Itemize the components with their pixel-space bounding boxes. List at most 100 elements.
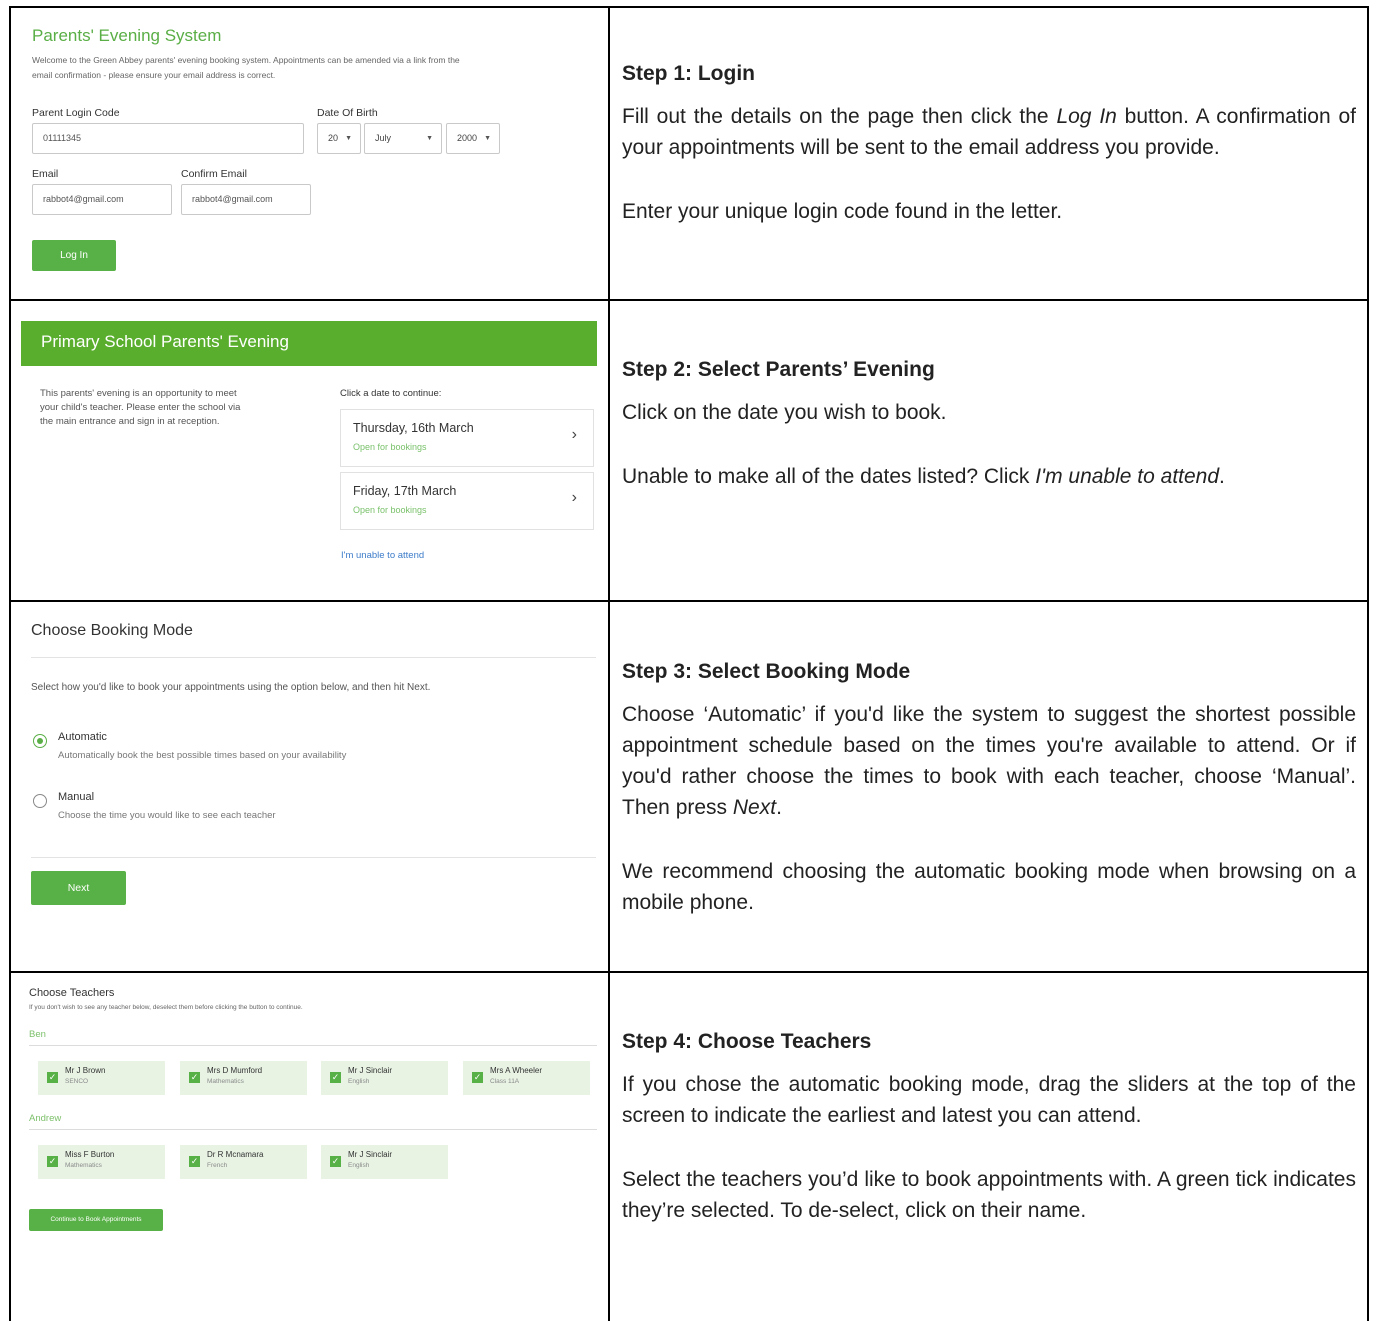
choose-teachers-title: Choose Teachers — [29, 987, 115, 999]
step2-paragraph-1: Click on the date you wish to book. — [622, 401, 947, 424]
dob-month-select[interactable]: July ▼ — [364, 123, 442, 154]
automatic-radio[interactable] — [33, 734, 47, 748]
dob-year-value: 2000 — [457, 133, 478, 143]
check-icon: ✓ — [189, 1156, 200, 1167]
step4-instructions: Step 4: Choose Teachers If you chose the… — [622, 1026, 1356, 1226]
teacher-card[interactable]: ✓ Mr J Sinclair English — [321, 1145, 448, 1179]
choose-teachers-instruction: If you don't wish to see any teacher bel… — [29, 1004, 303, 1011]
next-button[interactable]: Next — [31, 871, 126, 905]
evening-desc-line1: This parents' evening is an opportunity … — [40, 388, 237, 399]
login-page-title: Parents' Evening System — [32, 26, 222, 45]
teacher-card[interactable]: ✓ Mr J Brown SENCO — [38, 1061, 165, 1095]
check-icon: ✓ — [189, 1072, 200, 1083]
evening-header-title: Primary School Parents' Evening — [41, 332, 289, 351]
step3-text: . — [776, 796, 782, 819]
chevron-right-icon: › — [571, 489, 577, 506]
date-card-status: Open for bookings — [353, 505, 427, 515]
step4-paragraph-2: Select the teachers you’d like to book a… — [622, 1168, 1356, 1222]
dob-day-select[interactable]: 20 ▼ — [317, 123, 361, 154]
teacher-name: Mrs A Wheeler — [490, 1066, 543, 1075]
unable-to-attend-link[interactable]: I'm unable to attend — [341, 550, 424, 561]
table-border-middle — [608, 6, 610, 1321]
manual-desc: Choose the time you would like to see ea… — [58, 810, 276, 821]
evening-desc-line3: the main entrance and sign in at recepti… — [40, 416, 220, 427]
confirm-email-input[interactable]: rabbot4@gmail.com — [181, 184, 311, 215]
child-name-andrew: Andrew — [29, 1113, 62, 1124]
manual-radio[interactable] — [33, 794, 47, 808]
email-value: rabbot4@gmail.com — [43, 194, 124, 204]
teacher-subject: SENCO — [65, 1078, 89, 1085]
date-card-thursday[interactable]: Thursday, 16th March Open for bookings › — [340, 409, 594, 467]
click-date-label: Click a date to continue: — [340, 388, 442, 399]
teacher-name: Mr J Brown — [65, 1066, 106, 1075]
email-input[interactable]: rabbot4@gmail.com — [32, 184, 172, 215]
manual-label: Manual — [58, 791, 95, 803]
step2-screenshot: Primary School Parents' Evening This par… — [11, 301, 608, 600]
step1-paragraph-2: Enter your unique login code found in th… — [622, 200, 1063, 223]
check-icon: ✓ — [47, 1072, 58, 1083]
teacher-card[interactable]: ✓ Mrs D Mumford Mathematics — [180, 1061, 307, 1095]
step3-emphasis: Next — [732, 796, 777, 819]
step1-screenshot: Parents' Evening System Welcome to the G… — [11, 8, 608, 299]
caret-down-icon: ▼ — [345, 135, 352, 142]
teacher-name: Mr J Sinclair — [348, 1150, 393, 1159]
continue-to-book-button[interactable]: Continue to Book Appointments — [29, 1209, 163, 1231]
teacher-subject: Mathematics — [65, 1162, 102, 1169]
step2-instructions: Step 2: Select Parents’ Evening Click on… — [622, 354, 1356, 492]
teacher-name: Mrs D Mumford — [207, 1066, 263, 1075]
login-code-label: Parent Login Code — [32, 107, 120, 119]
confirm-email-value: rabbot4@gmail.com — [192, 194, 273, 204]
date-card-date: Thursday, 16th March — [353, 421, 474, 435]
step1-paragraph-1: Fill out the details on the page then cl… — [622, 101, 1356, 163]
step3-screenshot: Choose Booking Mode Select how you'd lik… — [11, 602, 608, 971]
child-divider — [29, 1129, 597, 1130]
automatic-label: Automatic — [58, 731, 107, 743]
step2-text: Unable to make all of the dates listed? … — [622, 465, 1036, 488]
table-border-right — [1367, 6, 1369, 1321]
teacher-subject: Class 11A — [490, 1078, 520, 1085]
teacher-name: Dr R Mcnamara — [207, 1150, 264, 1159]
child-name-ben: Ben — [29, 1029, 46, 1040]
date-card-status: Open for bookings — [353, 442, 427, 452]
child-divider — [29, 1045, 597, 1046]
teacher-subject: English — [348, 1078, 370, 1085]
teacher-card[interactable]: ✓ Mrs A Wheeler Class 11A — [463, 1061, 590, 1095]
check-icon: ✓ — [47, 1156, 58, 1167]
check-icon: ✓ — [330, 1156, 341, 1167]
login-button[interactable]: Log In — [32, 240, 116, 271]
step4-paragraph-1: If you chose the automatic booking mode,… — [622, 1073, 1356, 1127]
chevron-right-icon: › — [571, 426, 577, 443]
dob-year-select[interactable]: 2000 ▼ — [446, 123, 500, 154]
date-card-date: Friday, 17th March — [353, 484, 457, 498]
step3-instructions: Step 3: Select Booking Mode Choose ‘Auto… — [622, 656, 1356, 918]
step1-instructions: Step 1: Login Fill out the details on th… — [622, 58, 1356, 227]
booking-mode-instruction: Select how you'd like to book your appoi… — [31, 682, 431, 693]
check-icon: ✓ — [472, 1072, 483, 1083]
dob-day-value: 20 — [328, 133, 339, 143]
teacher-subject: French — [207, 1162, 228, 1169]
automatic-desc: Automatically book the best possible tim… — [58, 750, 347, 761]
step4-title: Step 4: Choose Teachers — [622, 1030, 872, 1053]
teacher-card[interactable]: ✓ Miss F Burton Mathematics — [38, 1145, 165, 1179]
guide-table: Parents' Evening System Welcome to the G… — [0, 0, 1378, 1321]
dob-month-value: July — [375, 133, 392, 143]
login-intro-line2: email confirmation - please ensure your … — [32, 70, 276, 80]
check-icon: ✓ — [330, 1072, 341, 1083]
teacher-card[interactable]: ✓ Dr R Mcnamara French — [180, 1145, 307, 1179]
teacher-subject: English — [348, 1162, 370, 1169]
teacher-subject: Mathematics — [207, 1078, 244, 1085]
step4-screenshot: Choose Teachers If you don't wish to see… — [11, 973, 608, 1321]
step2-title: Step 2: Select Parents’ Evening — [622, 358, 935, 381]
date-card-friday[interactable]: Friday, 17th March Open for bookings › — [340, 472, 594, 530]
email-label: Email — [32, 168, 59, 180]
step2-text: . — [1219, 465, 1225, 488]
booking-mode-title: Choose Booking Mode — [31, 622, 193, 639]
step1-title: Step 1: Login — [622, 62, 755, 85]
teacher-card[interactable]: ✓ Mr J Sinclair English — [321, 1061, 448, 1095]
login-code-input[interactable]: 01111345 — [32, 123, 304, 154]
radio-selected-dot — [36, 737, 43, 744]
teacher-name: Mr J Sinclair — [348, 1066, 393, 1075]
evening-header-bar: Primary School Parents' Evening — [21, 321, 597, 366]
booking-mode-divider-bottom — [31, 857, 596, 858]
confirm-email-label: Confirm Email — [181, 168, 247, 180]
